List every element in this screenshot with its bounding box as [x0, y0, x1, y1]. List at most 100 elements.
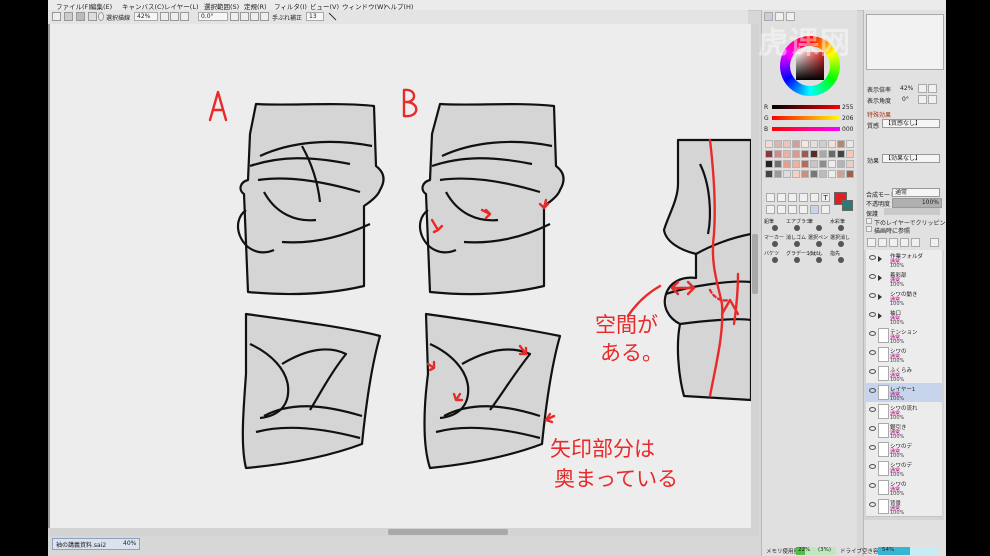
- color-swatch[interactable]: [783, 160, 791, 168]
- color-swatch[interactable]: [828, 170, 836, 178]
- color-swatch[interactable]: [765, 150, 773, 158]
- folder-expand-icon[interactable]: [878, 313, 882, 319]
- visibility-eye-icon[interactable]: [869, 502, 876, 507]
- undo-icon[interactable]: [52, 12, 61, 21]
- layer-row[interactable]: 背景 通常 100%: [866, 497, 942, 517]
- color-swatch[interactable]: [774, 160, 782, 168]
- color-swatch[interactable]: [792, 160, 800, 168]
- color-swatch[interactable]: [792, 170, 800, 178]
- visibility-eye-icon[interactable]: [869, 407, 876, 412]
- visibility-eye-icon[interactable]: [869, 255, 876, 260]
- color-swatch[interactable]: [801, 170, 809, 178]
- select-tool-active-icon[interactable]: [810, 205, 819, 214]
- protect-toggle[interactable]: [884, 208, 940, 215]
- layer-row[interactable]: テンション 通常 100%: [866, 326, 942, 346]
- visibility-eye-icon[interactable]: [869, 388, 876, 393]
- background-color-swatch[interactable]: [842, 200, 853, 211]
- color-swatch[interactable]: [828, 150, 836, 158]
- visibility-eye-icon[interactable]: [869, 426, 876, 431]
- new-linework-layer-icon[interactable]: [878, 238, 887, 247]
- zoom-plus-icon[interactable]: [170, 12, 179, 21]
- brush-tool-item[interactable]: 消しゴム: [786, 234, 807, 249]
- layer-folder-row[interactable]: 袖口 通常 100%: [866, 307, 942, 327]
- nav-rotate-right-icon[interactable]: [928, 95, 937, 104]
- stabilizer-field[interactable]: 13: [306, 12, 324, 21]
- effect-select[interactable]: 【効果なし】: [882, 154, 940, 163]
- brush-tool-item[interactable]: 水彩筆: [830, 218, 851, 233]
- color-swatch[interactable]: [801, 160, 809, 168]
- magic-wand-tool-icon[interactable]: [788, 205, 797, 214]
- color-swatch[interactable]: [828, 140, 836, 148]
- navigator-preview[interactable]: [866, 14, 944, 70]
- folder-expand-icon[interactable]: [878, 275, 882, 281]
- layer-folder-row[interactable]: 着彩部 通常 100%: [866, 269, 942, 289]
- merge-down-icon[interactable]: [900, 238, 909, 247]
- color-swatch[interactable]: [837, 140, 845, 148]
- color-swatch[interactable]: [792, 140, 800, 148]
- brush-tool-item[interactable]: 指先: [830, 250, 851, 265]
- layer-row[interactable]: 鋸引き 通常 100%: [866, 421, 942, 441]
- brush-tool-item[interactable]: ぼかし: [808, 250, 829, 265]
- green-value[interactable]: 206: [842, 115, 853, 122]
- lasso-tool-icon[interactable]: [777, 205, 786, 214]
- text-tool-icon[interactable]: T: [821, 193, 830, 202]
- invert-selection-icon[interactable]: [88, 12, 97, 21]
- horizontal-scroll-thumb[interactable]: [388, 529, 508, 535]
- red-value[interactable]: 255: [842, 104, 853, 111]
- brush-tool-item[interactable]: 選択消し: [830, 234, 851, 249]
- color-swatch[interactable]: [828, 160, 836, 168]
- layer-row[interactable]: シワのデ 通常 100%: [866, 459, 942, 479]
- color-swatch[interactable]: [846, 160, 854, 168]
- color-swatch[interactable]: [819, 160, 827, 168]
- blend-mode-select[interactable]: 通常: [892, 188, 940, 197]
- layer-folder-row[interactable]: シワの動き 通常 100%: [866, 288, 942, 308]
- layer-row[interactable]: シワのデ 通常 100%: [866, 440, 942, 460]
- brush-tool-item[interactable]: 鉛筆: [764, 218, 785, 233]
- visibility-eye-icon[interactable]: [869, 274, 876, 279]
- color-swatch[interactable]: [810, 160, 818, 168]
- dropper-alt-tool-icon[interactable]: [821, 205, 830, 214]
- blue-value[interactable]: 000: [842, 126, 853, 133]
- rotate-left-icon[interactable]: [230, 12, 239, 21]
- opacity-slider[interactable]: 100%: [892, 198, 942, 208]
- brush-tool-item[interactable]: マーカー: [764, 234, 785, 249]
- color-swatch[interactable]: [837, 150, 845, 158]
- color-swatch[interactable]: [774, 140, 782, 148]
- color-swatch[interactable]: [801, 140, 809, 148]
- red-slider[interactable]: [772, 105, 840, 109]
- zoom-minus-icon[interactable]: [160, 12, 169, 21]
- delete-layer-icon[interactable]: [930, 238, 939, 247]
- visibility-eye-icon[interactable]: [869, 445, 876, 450]
- color-swatch[interactable]: [846, 170, 854, 178]
- redo-icon[interactable]: [64, 12, 73, 21]
- deselect-icon[interactable]: [76, 12, 85, 21]
- move-tool-icon[interactable]: [766, 193, 775, 202]
- brush-tool-item[interactable]: グラデーション: [786, 250, 821, 265]
- color-swatch[interactable]: [846, 140, 854, 148]
- color-swatch[interactable]: [774, 150, 782, 158]
- clipping-checkbox[interactable]: [866, 218, 872, 224]
- select-stroke-checkbox[interactable]: [98, 12, 104, 21]
- nav-zoom-in-icon[interactable]: [928, 84, 937, 93]
- visibility-eye-icon[interactable]: [869, 312, 876, 317]
- zoom-field[interactable]: 42%: [134, 12, 158, 21]
- color-swatch[interactable]: [819, 140, 827, 148]
- reflect-tool-icon[interactable]: [799, 205, 808, 214]
- visibility-eye-icon[interactable]: [869, 483, 876, 488]
- layer-row[interactable]: ふくらみ 通常 100%: [866, 364, 942, 384]
- visibility-eye-icon[interactable]: [869, 369, 876, 374]
- visibility-eye-icon[interactable]: [869, 331, 876, 336]
- color-swatch[interactable]: [810, 150, 818, 158]
- brush-tool-item[interactable]: 筆: [808, 218, 829, 233]
- select-rect-tool-icon[interactable]: [766, 205, 775, 214]
- file-tab[interactable]: 袖の講義資料.sai2 40%: [52, 538, 140, 550]
- hand-tool-icon[interactable]: [799, 193, 808, 202]
- zoom-fit-icon[interactable]: [180, 12, 189, 21]
- brush-tool-item[interactable]: 選択ペン: [808, 234, 829, 249]
- visibility-eye-icon[interactable]: [869, 293, 876, 298]
- flip-icon[interactable]: [260, 12, 269, 21]
- rotate-tool-icon[interactable]: [788, 193, 797, 202]
- nav-zoom-value[interactable]: 42%: [900, 85, 913, 92]
- nav-angle-value[interactable]: 0°: [902, 96, 909, 103]
- eyedropper-tool-icon[interactable]: [810, 193, 819, 202]
